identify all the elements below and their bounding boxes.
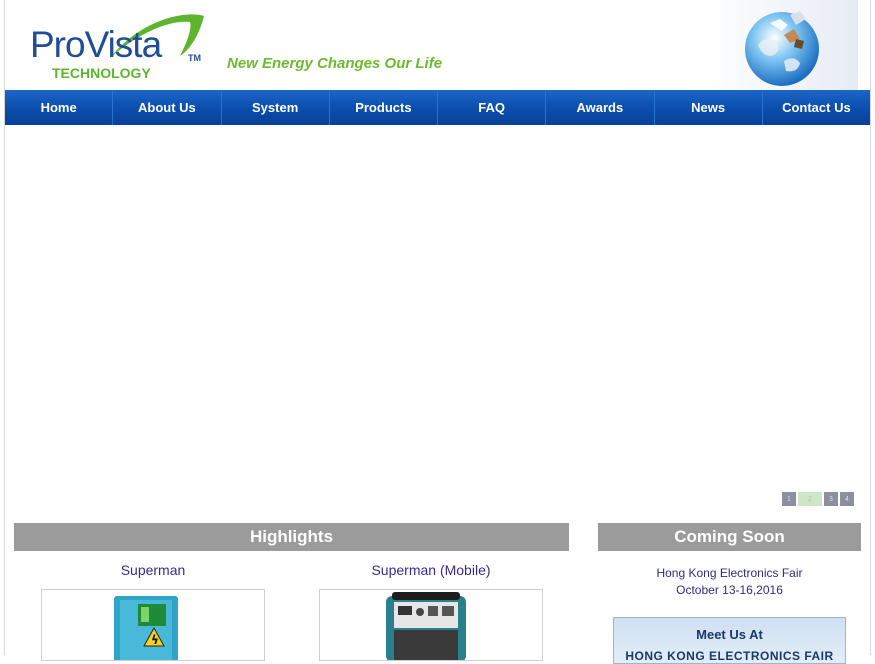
nav-system[interactable]: System [222, 90, 330, 125]
hero-slider[interactable] [5, 125, 870, 510]
event-promo-banner[interactable]: Meet Us At HONG KONG ELECTRONICS FAIR [613, 617, 846, 664]
slider-page-2[interactable]: 2 [798, 492, 822, 506]
product-image-superman[interactable]: ϟ [41, 589, 265, 661]
puzzle-globe-icon [745, 11, 819, 86]
superman-mobile-unit-image [386, 592, 466, 660]
nav-contact-us[interactable]: Contact Us [763, 90, 870, 125]
logo-subtitle: TECHNOLOGY [52, 65, 151, 81]
slider-page-1[interactable]: 1 [782, 492, 796, 506]
nav-about-us[interactable]: About Us [113, 90, 222, 125]
event-date: October 13-16,2016 [676, 583, 783, 597]
nav-products[interactable]: Products [330, 90, 438, 125]
product-link-superman-mobile[interactable]: Superman (Mobile) [320, 562, 542, 578]
event-name: Hong Kong Electronics Fair [656, 566, 803, 580]
logo-trademark: TM [188, 53, 201, 63]
provista-logo[interactable]: ProVista TM TECHNOLOGY [30, 10, 210, 85]
product-image-superman-mobile[interactable] [319, 589, 543, 661]
promo-subtitle: HONG KONG ELECTRONICS FAIR [625, 649, 834, 663]
coming-soon-header: Coming Soon [598, 523, 861, 551]
slider-pager: 1 2 3 4 [782, 492, 854, 506]
logo-wordmark: ProVista [30, 24, 162, 65]
main-nav: Home About Us System Products FAQ Awards… [5, 90, 870, 125]
svg-text:ϟ: ϟ [151, 633, 159, 647]
slider-page-3[interactable]: 3 [824, 492, 838, 506]
tagline: New Energy Changes Our Life [227, 55, 443, 72]
promo-title: Meet Us At [696, 627, 763, 642]
nav-faq[interactable]: FAQ [438, 90, 547, 125]
nav-news[interactable]: News [655, 90, 763, 125]
superman-unit-image: ϟ [114, 596, 178, 660]
nav-awards[interactable]: Awards [546, 90, 655, 125]
product-link-superman[interactable]: Superman [42, 562, 264, 578]
highlights-header: Highlights [14, 523, 569, 551]
nav-home[interactable]: Home [5, 90, 114, 125]
slider-page-4[interactable]: 4 [840, 492, 854, 506]
